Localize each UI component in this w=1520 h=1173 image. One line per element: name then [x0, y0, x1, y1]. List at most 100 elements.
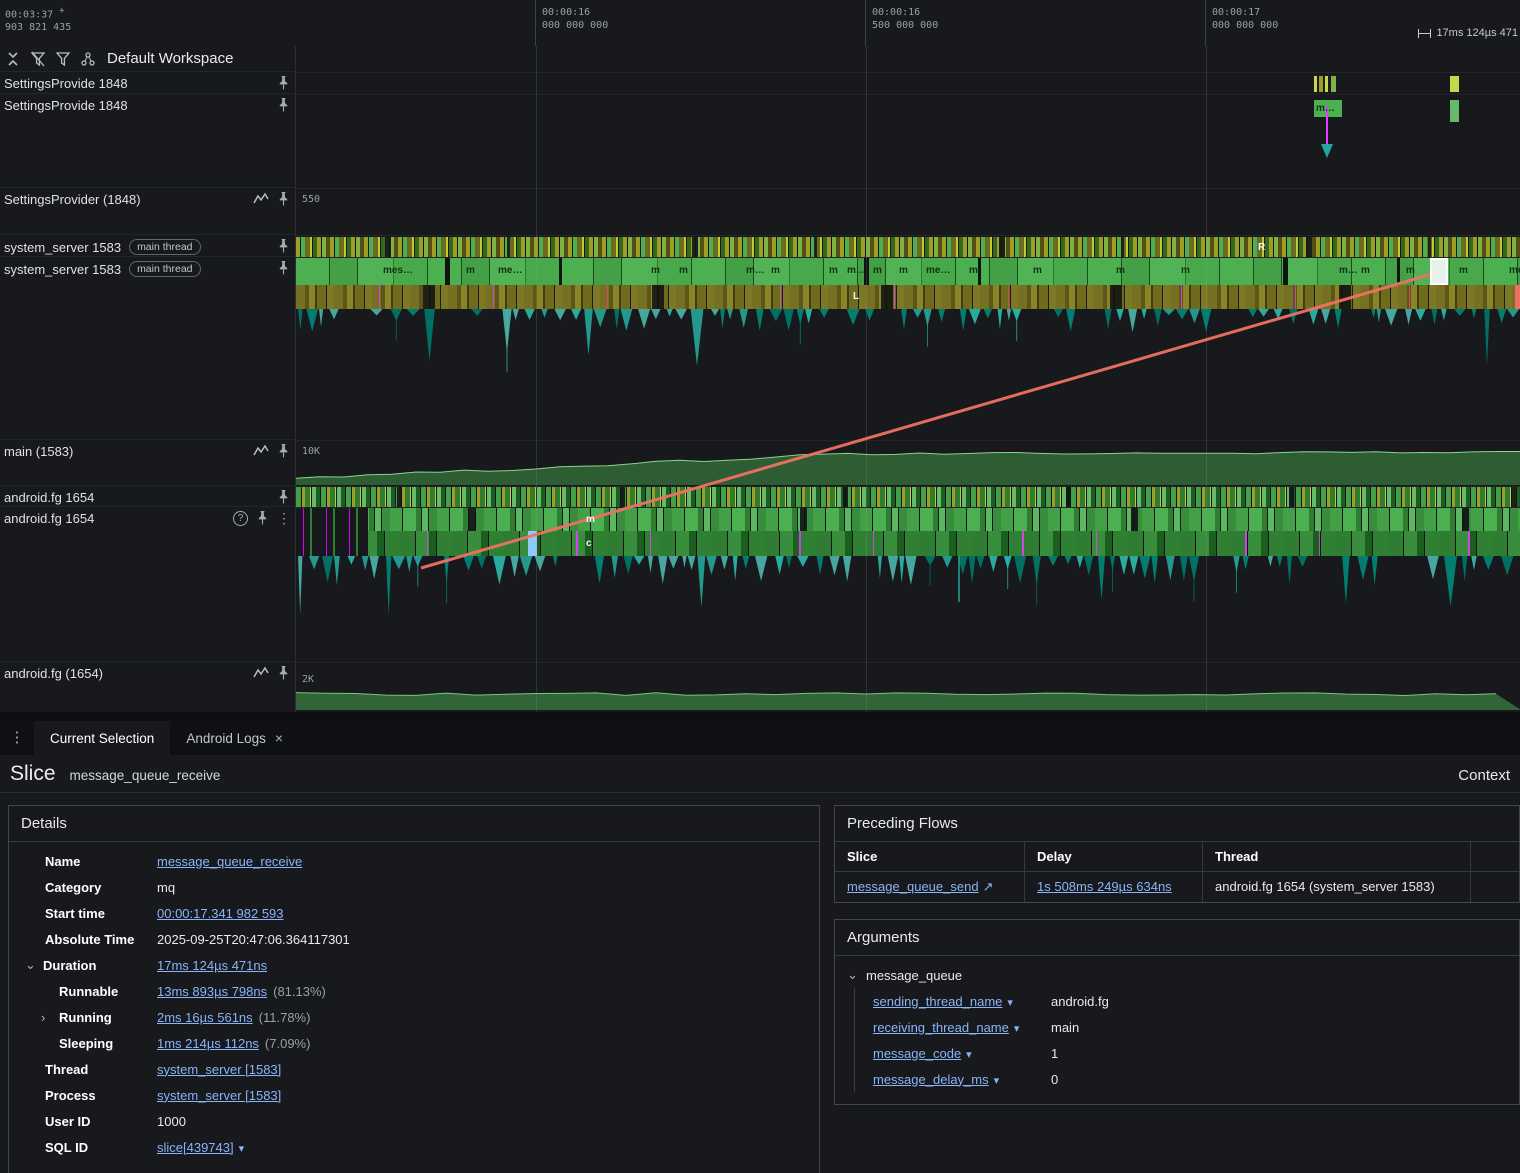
pin-icon[interactable]	[276, 489, 291, 505]
argument-row: message_delay_ms ▾ 0	[873, 1071, 1059, 1087]
chevron-down-icon[interactable]: ⌄	[25, 957, 38, 973]
ruler-tick: 00:00:17 000 000 000	[1205, 0, 1278, 46]
counter-label: 2K	[302, 674, 315, 685]
external-link-icon[interactable]: ↗	[983, 879, 994, 895]
workspace-header: Default Workspace	[0, 46, 295, 72]
details-card: Details Name message_queue_receive Categ…	[8, 805, 820, 1173]
dropdown-caret-icon[interactable]: ▾	[1014, 1023, 1020, 1035]
detail-row-user-id: User ID 1000	[45, 1113, 186, 1129]
pin-icon[interactable]	[276, 75, 291, 91]
argument-row: receiving_thread_name ▾ main	[873, 1019, 1080, 1035]
perfetto-trace-viewer: 00:03:37 + 903 821 435 00:00:16 000 000 00…	[0, 0, 1520, 1173]
time-ruler[interactable]: 00:03:37 + 903 821 435 00:00:16 000 000 00…	[0, 0, 1520, 46]
dropdown-caret-icon[interactable]: ▾	[966, 1049, 972, 1061]
detail-row-category: Category mq	[45, 879, 176, 895]
selection-name: message_queue_receive	[69, 768, 221, 783]
track-row-androidfg-counter[interactable]: android.fg (1654)	[0, 662, 295, 712]
dropdown-caret-icon[interactable]: ▾	[239, 1143, 245, 1155]
counter-graph-icon[interactable]	[253, 192, 269, 206]
clear-filter-icon[interactable]	[30, 51, 46, 67]
track-sidebar: Default Workspace SettingsProvide 1848 S…	[0, 46, 295, 712]
timeline-canvas[interactable]: 550 10K 2K R L m c m… mes… m me… m m m… …	[295, 46, 1520, 712]
measure-bracket-icon	[1418, 28, 1432, 38]
sleeping-link[interactable]: 1ms 214µs 112ns	[157, 1036, 259, 1051]
track-menu-icon[interactable]: ⋮	[277, 510, 291, 526]
close-icon[interactable]: ×	[275, 730, 283, 746]
process-link[interactable]: system_server [1583]	[157, 1088, 281, 1103]
help-icon[interactable]: ?	[233, 510, 248, 526]
runnable-link[interactable]: 13ms 893µs 798ns	[157, 984, 267, 999]
start-time-link[interactable]: 00:00:17.341 982 593	[157, 906, 284, 921]
argument-row: message_code ▾ 1	[873, 1045, 1059, 1061]
argument-group[interactable]: ⌄ message_queue	[847, 964, 1507, 988]
flow-delay-link[interactable]: 1s 508ms 249µs 634ns	[1037, 879, 1172, 894]
workspace-title: Default Workspace	[107, 50, 234, 67]
detail-row-sql-id: SQL ID slice[439743] ▾	[45, 1139, 245, 1155]
track-row-systemserver-main-thread[interactable]: system_server 1583 main thread	[0, 257, 295, 440]
counter-graph-icon[interactable]	[253, 444, 269, 458]
ruler-tick: 00:00:16 000 000 000	[535, 0, 608, 46]
duration-link[interactable]: 17ms 124µs 471ns	[157, 958, 267, 973]
dropdown-caret-icon[interactable]: ▾	[994, 1075, 1000, 1087]
slice-name-link[interactable]: message_queue_receive	[157, 854, 302, 869]
details-card-title: Details	[9, 806, 819, 842]
slice-marker: m	[586, 514, 595, 525]
panel-content: Details Name message_queue_receive Categ…	[0, 793, 1520, 1173]
preceding-flows-title: Preceding Flows	[835, 806, 1519, 842]
track-row-settingsprovide-summary[interactable]: SettingsProvide 1848	[0, 72, 295, 94]
tab-android-logs[interactable]: Android Logs ×	[170, 721, 299, 755]
selected-slice[interactable]	[1430, 258, 1448, 285]
collapse-tracks-icon[interactable]	[5, 51, 21, 67]
track-row-main-counter[interactable]: main (1583)	[0, 440, 295, 486]
panel-menu-icon[interactable]: ⋮	[0, 719, 34, 755]
pin-icon[interactable]	[276, 443, 291, 459]
canvas-overlay	[296, 46, 1520, 712]
pin-icon[interactable]	[276, 238, 291, 254]
detail-row-runnable: Runnable 13ms 893µs 798ns (81.13%)	[59, 983, 326, 999]
flow-slice-link[interactable]: message_queue_send	[847, 879, 979, 894]
chevron-down-icon[interactable]: ⌄	[847, 967, 860, 983]
chevron-right-icon[interactable]: ›	[41, 1010, 54, 1025]
slice-marker: c	[586, 538, 592, 549]
pin-icon[interactable]	[276, 97, 291, 113]
context-button[interactable]: Context	[1458, 767, 1510, 784]
right-column: Preceding Flows Slice Delay Thread messa…	[834, 805, 1520, 1173]
arg-key-link[interactable]: message_code	[873, 1046, 961, 1061]
arg-key-link[interactable]: message_delay_ms	[873, 1072, 989, 1087]
thread-link[interactable]: system_server [1583]	[157, 1062, 281, 1077]
pin-icon[interactable]	[255, 510, 270, 526]
arguments-card: Arguments ⌄ message_queue sending_thread…	[834, 919, 1520, 1105]
sql-id-link[interactable]: slice[439743]	[157, 1140, 234, 1155]
dropdown-caret-icon[interactable]: ▾	[1007, 997, 1013, 1009]
flows-header-row: Slice Delay Thread	[835, 842, 1519, 872]
detail-row-duration: ⌄ Duration 17ms 124µs 471ns	[25, 957, 268, 973]
flows-data-row: message_queue_send ↗ 1s 508ms 249µs 634ns…	[835, 872, 1519, 902]
detail-row-thread: Thread system_server [1583]	[45, 1061, 282, 1077]
sched-marker: R	[1258, 242, 1266, 253]
main-thread-badge: main thread	[129, 261, 201, 277]
arg-key-link[interactable]: receiving_thread_name	[873, 1020, 1009, 1035]
ruler-tick: 00:00:16 500 000 000	[865, 0, 938, 46]
track-row-androidfg-thread[interactable]: android.fg 1654 ? ⋮	[0, 507, 295, 662]
panel-drag-handle[interactable]	[0, 712, 1520, 719]
slice-marker: m…	[1316, 103, 1335, 114]
detail-row-process: Process system_server [1583]	[45, 1087, 282, 1103]
workspace-icon[interactable]	[80, 51, 96, 67]
detail-row-name: Name message_queue_receive	[45, 853, 303, 869]
pin-icon[interactable]	[276, 665, 291, 681]
counter-label: 550	[302, 194, 321, 205]
filter-icon[interactable]	[55, 51, 71, 67]
slice-header: Slice message_queue_receive Context	[0, 755, 1520, 793]
timeline-body: 550 10K 2K R L m c m… mes… m me… m m m… …	[0, 46, 1520, 712]
arg-key-link[interactable]: sending_thread_name	[873, 994, 1002, 1009]
track-row-settingsprovider-counter[interactable]: SettingsProvider (1848)	[0, 188, 295, 235]
track-row-systemserver-summary[interactable]: system_server 1583 main thread	[0, 235, 295, 257]
counter-graph-icon[interactable]	[253, 666, 269, 680]
tab-current-selection[interactable]: Current Selection	[34, 721, 171, 755]
pin-icon[interactable]	[276, 260, 291, 276]
pin-icon[interactable]	[276, 191, 291, 207]
running-link[interactable]: 2ms 16µs 561ns	[157, 1010, 253, 1025]
track-row-settingsprovide-thread[interactable]: SettingsProvide 1848	[0, 94, 295, 188]
track-row-androidfg-summary[interactable]: android.fg 1654	[0, 486, 295, 507]
arguments-title: Arguments	[835, 920, 1519, 956]
